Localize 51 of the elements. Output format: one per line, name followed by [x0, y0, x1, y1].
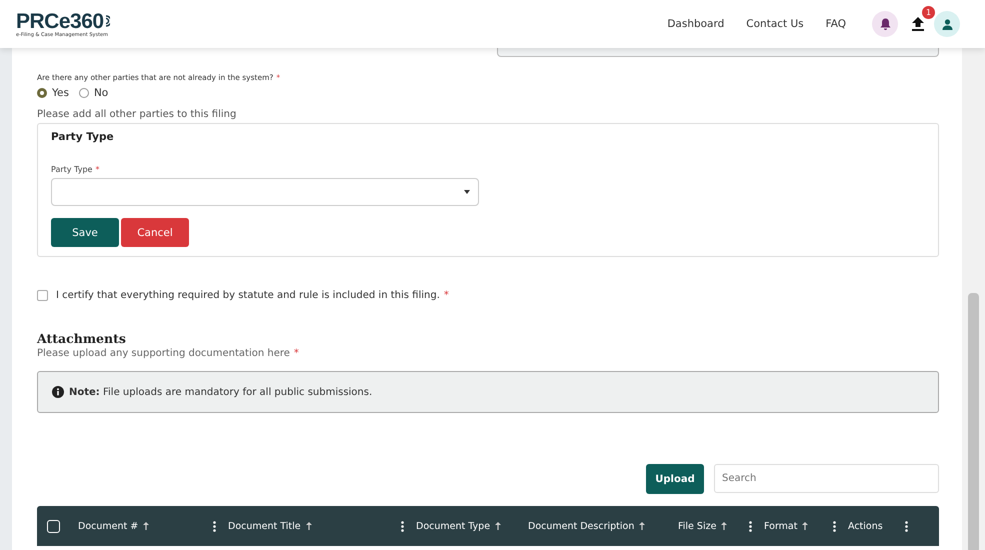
sort-arrow-icon[interactable] — [306, 522, 312, 530]
sort-arrow-icon[interactable] — [639, 522, 646, 530]
notifications-button[interactable] — [872, 11, 898, 37]
profile-button[interactable] — [934, 11, 960, 37]
notification-badge: 1 — [922, 6, 935, 19]
nav-link[interactable]: Contact Us — [746, 18, 804, 30]
field-label: Party Type — [51, 165, 92, 174]
cancel-button[interactable]: Cancel — [121, 218, 189, 247]
search-field[interactable]: Search — [714, 464, 939, 493]
bell-icon — [880, 18, 890, 30]
column-menu-icon[interactable] — [213, 520, 216, 532]
user-icon — [942, 18, 952, 30]
column-menu-icon[interactable] — [749, 520, 752, 532]
upload-button[interactable] — [910, 15, 926, 33]
caret-icon — [464, 190, 470, 194]
column-menu-icon[interactable] — [833, 520, 836, 532]
sort-arrow-icon[interactable] — [802, 522, 808, 530]
column-header[interactable]: Actions — [848, 520, 883, 532]
column-menu-icon[interactable] — [905, 520, 908, 532]
certify-label: I certify that everything required by statute and rule is included in this filing. — [56, 290, 440, 301]
note-text: Note: File uploads are mandatory for all public submissions. — [69, 386, 372, 398]
column-header[interactable]: Document Description — [528, 520, 634, 532]
column-header[interactable]: Format — [764, 520, 798, 532]
radio-option[interactable]: No — [78, 87, 108, 99]
nav-link[interactable]: Dashboard — [667, 18, 724, 30]
sort-arrow-icon[interactable] — [495, 522, 502, 530]
required-mark: * — [294, 348, 299, 359]
column-menu-icon[interactable] — [401, 520, 404, 532]
upload-button[interactable]: Upload — [646, 464, 704, 494]
column-header[interactable]: Document Type — [416, 520, 490, 532]
checkbox[interactable] — [37, 290, 48, 301]
column-header[interactable]: Document # — [78, 520, 138, 532]
column-header[interactable]: File Size — [678, 520, 716, 532]
logo-wordmark[interactable]: PRCe360 — [16, 10, 104, 32]
nav-link[interactable]: FAQ — [826, 18, 846, 30]
column-header[interactable]: Document Title — [228, 520, 301, 532]
section-hint: Please upload any supporting documentation here — [37, 348, 290, 359]
panel-title: Party Type — [51, 131, 115, 143]
radio-option[interactable]: Yes — [37, 87, 69, 99]
select-all-checkbox[interactable] — [47, 520, 60, 532]
scrollbar[interactable] — [962, 48, 985, 550]
arc-icon — [104, 15, 110, 27]
section-title: Attachments — [37, 331, 127, 346]
required-mark: * — [95, 165, 100, 174]
upload-icon — [912, 17, 924, 31]
info-icon — [52, 386, 64, 398]
sort-arrow-icon[interactable] — [721, 522, 728, 530]
instruction-text: Please add all other parties to this filing — [37, 109, 238, 120]
required-mark: * — [444, 290, 449, 301]
sort-arrow-icon[interactable] — [143, 522, 150, 530]
save-button[interactable]: Save — [51, 218, 119, 247]
